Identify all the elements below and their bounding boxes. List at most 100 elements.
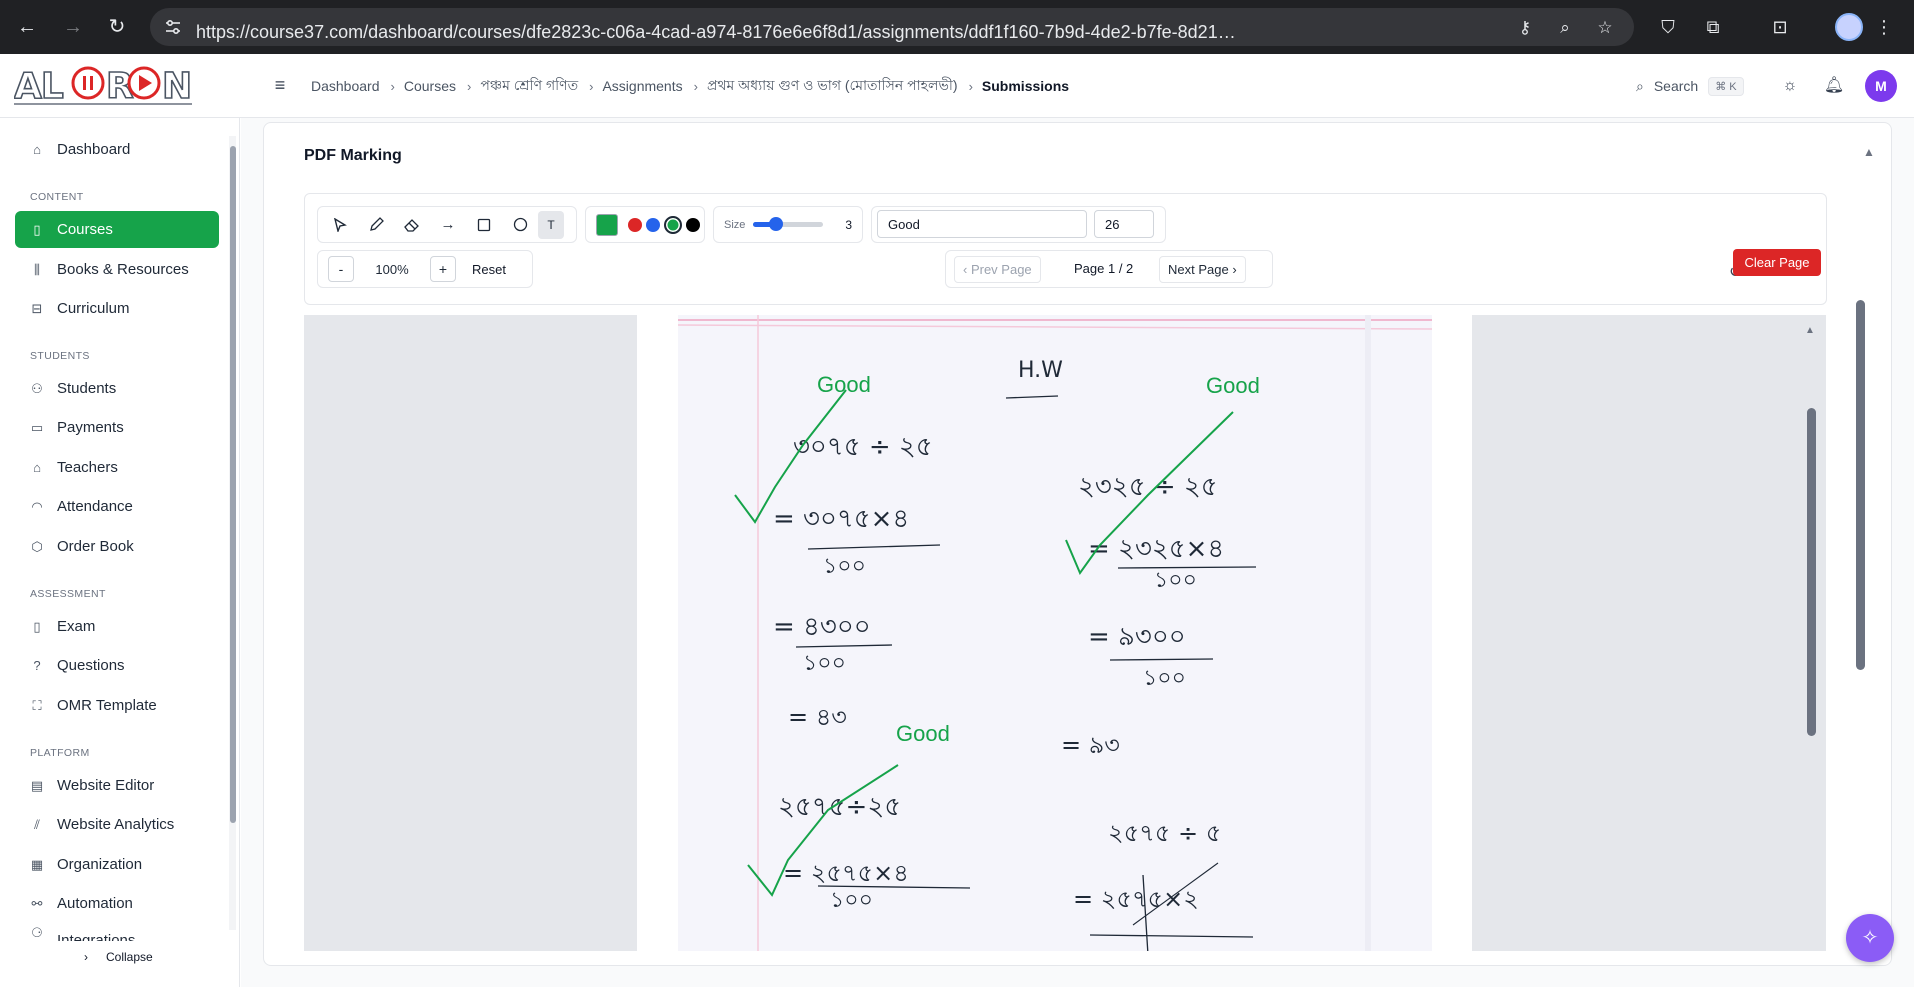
- sidebar-item-courses[interactable]: ▯ Courses: [15, 211, 219, 248]
- menu-toggle-icon[interactable]: ≡: [270, 74, 290, 96]
- breadcrumb-courses[interactable]: Courses: [404, 78, 456, 94]
- sidebar-item-students[interactable]: ⚇ Students: [15, 370, 219, 407]
- zoom-out-button[interactable]: -: [328, 256, 354, 282]
- sidebar-item-omr-template[interactable]: ⛶ OMR Template: [15, 687, 219, 724]
- circle-icon[interactable]: [502, 211, 538, 239]
- sidebar-item-label: Books & Resources: [57, 261, 189, 278]
- url-text[interactable]: https://course37.com/dashboard/courses/d…: [196, 18, 1241, 49]
- zoom-group: - 100% + Reset: [317, 250, 533, 288]
- zoom-in-button[interactable]: +: [430, 256, 456, 282]
- clear-page-button[interactable]: Clear Page: [1733, 249, 1821, 276]
- key-icon[interactable]: ⚷: [1514, 17, 1536, 39]
- annotation-text-input[interactable]: [877, 210, 1087, 238]
- extensions-icon[interactable]: ⧉: [1700, 14, 1726, 40]
- viewer-scrollbar[interactable]: ▲: [1804, 323, 1816, 963]
- annotation-good-3[interactable]: Good: [896, 721, 950, 746]
- size-slider[interactable]: [753, 217, 824, 231]
- assistant-fab-button[interactable]: ✧: [1846, 914, 1894, 962]
- size-value: 3: [845, 217, 852, 232]
- scroll-up-arrow-icon[interactable]: ▲: [1805, 325, 1815, 336]
- sidebar-item-label: Organization: [57, 856, 143, 873]
- sidebar-item-integrations[interactable]: ⚆ Integrations: [15, 923, 219, 941]
- next-page-button[interactable]: Next Page ›: [1159, 256, 1246, 283]
- prev-page-button[interactable]: ‹ Prev Page: [954, 256, 1041, 283]
- select-cursor-icon[interactable]: [322, 211, 358, 239]
- screenshot-icon[interactable]: ⊡: [1767, 14, 1793, 40]
- user-avatar[interactable]: M: [1865, 70, 1897, 102]
- sidebar-scrollbar[interactable]: [229, 136, 236, 930]
- sidebar-item-website-editor[interactable]: ▤ Website Editor: [15, 767, 219, 804]
- hw-heading: H.W: [1018, 358, 1063, 383]
- color-black[interactable]: [686, 217, 700, 232]
- question-file-icon: ?: [33, 657, 41, 673]
- breadcrumb: Dashboard › Courses › পঞ্চম শ্রেণি গণিত › A…: [311, 76, 1069, 96]
- pdf-viewer[interactable]: H.W ৩০৭৫ ÷ ২৫ = ৩০৭৫×৪ ১০০ = ৪৩০০ ১০০ = …: [304, 315, 1826, 951]
- graduation-cap-icon: ⌂: [33, 459, 41, 475]
- theme-toggle-icon[interactable]: ☼: [1778, 74, 1802, 98]
- browser-profile-avatar[interactable]: [1835, 13, 1863, 41]
- breadcrumb-assignment[interactable]: প্রথম অধ্যায় গুণ ও ভাগ (মোতাসিন পাহলভী): [707, 74, 958, 98]
- sidebar-item-exam[interactable]: ▯ Exam: [15, 608, 219, 645]
- color-green[interactable]: [664, 215, 682, 234]
- color-red[interactable]: [628, 217, 642, 232]
- search-label: Search: [1653, 78, 1699, 94]
- eraser-icon[interactable]: [394, 211, 430, 239]
- hw-left-1: ৩০৭৫ ÷ ২৫: [793, 432, 933, 462]
- shield-extension-icon[interactable]: ⛉: [1655, 14, 1681, 40]
- browser-menu-icon[interactable]: ⋮: [1871, 14, 1897, 40]
- pdf-marking-card: PDF Marking ▲ → T Size 3 Good 26 - 100% …: [263, 122, 1892, 966]
- collapse-card-icon[interactable]: ▲: [1863, 145, 1875, 159]
- hw-bottom-3: ১০০: [830, 888, 873, 913]
- sidebar-item-curriculum[interactable]: ⊟ Curriculum: [15, 290, 219, 327]
- viewer-scrollbar-thumb[interactable]: [1807, 408, 1816, 736]
- sidebar-item-organization[interactable]: ▦ Organization: [15, 846, 219, 883]
- sidebar-scrollbar-thumb[interactable]: [230, 146, 236, 823]
- sidebar-item-payments[interactable]: ▭ Payments: [15, 409, 219, 446]
- annotation-good-2[interactable]: Good: [1206, 373, 1260, 398]
- main-scrollbar[interactable]: [1853, 188, 1865, 987]
- hw-bottom-2: = ২৫৭৫×৪: [783, 859, 909, 887]
- sidebar-item-website-analytics[interactable]: ⫽ Website Analytics: [15, 806, 219, 843]
- rectangle-icon[interactable]: [466, 211, 502, 239]
- back-icon[interactable]: ←: [14, 14, 40, 40]
- reload-icon[interactable]: ↻: [104, 14, 130, 40]
- tool-group: → T: [317, 206, 577, 243]
- address-bar[interactable]: https://course37.com/dashboard/courses/d…: [150, 8, 1634, 46]
- sidebar-item-automation[interactable]: ⚯ Automation: [15, 885, 219, 922]
- sidebar-item-books-resources[interactable]: ⫼ Books & Resources: [15, 251, 219, 288]
- arrow-icon[interactable]: →: [430, 211, 466, 239]
- forward-icon[interactable]: →: [60, 14, 86, 40]
- sidebar-item-dashboard[interactable]: ⌂ Dashboard: [15, 131, 219, 168]
- hw-right-1: ২৩২৫ ÷ ২৫: [1078, 472, 1218, 502]
- active-color-swatch[interactable]: [596, 213, 618, 236]
- reset-zoom-button[interactable]: Reset: [460, 262, 518, 277]
- sidebar-item-label: Payments: [57, 419, 124, 436]
- breadcrumb-dashboard[interactable]: Dashboard: [311, 78, 380, 94]
- sidebar-item-attendance[interactable]: ◠ Attendance: [15, 488, 219, 525]
- text-tool-icon[interactable]: T: [538, 210, 564, 239]
- font-size-input[interactable]: [1094, 210, 1154, 238]
- breadcrumb-course[interactable]: পঞ্চম শ্রেণি গণিত: [480, 74, 578, 98]
- site-settings-icon[interactable]: [164, 18, 182, 36]
- bookmark-star-icon[interactable]: ☆: [1594, 17, 1616, 39]
- main-scrollbar-thumb[interactable]: [1856, 300, 1865, 670]
- home-icon: ⌂: [33, 141, 41, 157]
- sidebar-item-label: Questions: [57, 657, 125, 674]
- breadcrumb-assignments[interactable]: Assignments: [602, 78, 682, 94]
- collapse-sidebar-button[interactable]: › Collapse: [84, 950, 153, 964]
- bell-icon[interactable]: 🔔︎: [1822, 74, 1846, 98]
- chevron-right-icon: ›: [693, 78, 698, 94]
- pencil-icon[interactable]: [358, 211, 394, 239]
- zoom-icon[interactable]: ⌕: [1554, 17, 1576, 39]
- sidebar-item-label: OMR Template: [57, 697, 157, 714]
- user-icon: ⚇: [31, 380, 43, 396]
- hw-left-4: = ৪৩০০: [773, 612, 871, 642]
- hw-right-4: = ৯৩০০: [1088, 622, 1186, 652]
- search-button[interactable]: ⌕ Search ⌘ K: [1636, 73, 1744, 99]
- pdf-page[interactable]: H.W ৩০৭৫ ÷ ২৫ = ৩০৭৫×৪ ১০০ = ৪৩০০ ১০০ = …: [637, 315, 1472, 951]
- color-blue[interactable]: [646, 217, 660, 232]
- sidebar-item-questions[interactable]: ? Questions: [15, 647, 219, 684]
- sidebar-item-teachers[interactable]: ⌂ Teachers: [15, 449, 219, 486]
- sidebar-item-order-book[interactable]: ⬡ Order Book: [15, 528, 219, 565]
- size-slider-handle[interactable]: [768, 217, 783, 231]
